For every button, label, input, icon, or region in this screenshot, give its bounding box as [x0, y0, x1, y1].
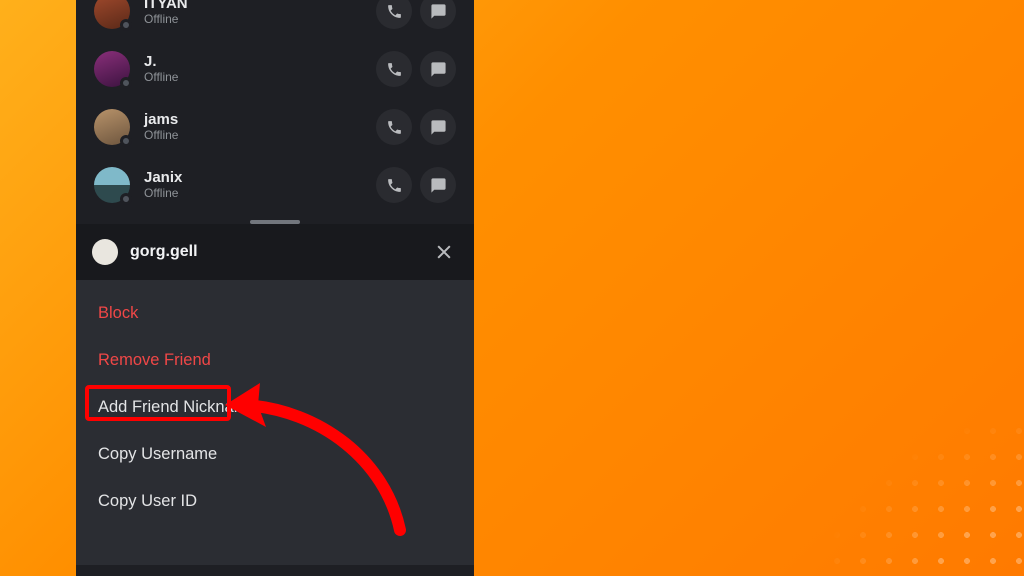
option-block[interactable]: Block	[76, 290, 474, 337]
status-offline-icon	[120, 19, 132, 31]
background-dots	[564, 236, 1024, 576]
friends-list: Offline ITYAN Offline J. Offline	[76, 0, 474, 224]
phone-icon	[386, 119, 403, 136]
chat-icon	[430, 119, 447, 136]
message-button[interactable]	[420, 51, 456, 87]
friend-status: Offline	[144, 71, 368, 85]
call-button[interactable]	[376, 167, 412, 203]
message-button[interactable]	[420, 0, 456, 29]
friend-name: J.	[144, 53, 368, 70]
phone-screen: Offline ITYAN Offline J. Offline	[76, 0, 474, 576]
friend-meta: ITYAN Offline	[144, 0, 368, 27]
chat-icon	[430, 177, 447, 194]
option-add-nickname[interactable]: Add Friend Nickname	[76, 384, 474, 431]
chat-icon	[430, 61, 447, 78]
close-icon	[434, 242, 454, 262]
option-copy-username[interactable]: Copy Username	[76, 431, 474, 478]
sheet-header: gorg.gell	[76, 224, 474, 280]
sheet-options: Block Remove Friend Add Friend Nickname …	[76, 280, 474, 565]
avatar	[94, 51, 130, 87]
friend-name: Janix	[144, 169, 368, 186]
friend-meta: J. Offline	[144, 53, 368, 84]
friend-row[interactable]: Janix Offline	[76, 156, 474, 214]
chat-icon	[430, 3, 447, 20]
status-offline-icon	[120, 77, 132, 89]
avatar	[94, 0, 130, 29]
friend-status: Offline	[144, 187, 368, 201]
friend-meta: jams Offline	[144, 111, 368, 142]
phone-icon	[386, 177, 403, 194]
friend-row[interactable]: jams Offline	[76, 98, 474, 156]
message-button[interactable]	[420, 167, 456, 203]
friend-status: Offline	[144, 129, 368, 143]
phone-icon	[386, 61, 403, 78]
status-offline-icon	[120, 193, 132, 205]
status-offline-icon	[120, 135, 132, 147]
close-button[interactable]	[430, 238, 458, 266]
friend-meta: Janix Offline	[144, 169, 368, 200]
friend-name: jams	[144, 111, 368, 128]
avatar	[94, 109, 130, 145]
call-button[interactable]	[376, 0, 412, 29]
avatar	[94, 167, 130, 203]
option-copy-user-id[interactable]: Copy User ID	[76, 478, 474, 525]
message-button[interactable]	[420, 109, 456, 145]
option-remove-friend[interactable]: Remove Friend	[76, 337, 474, 384]
call-button[interactable]	[376, 51, 412, 87]
friend-row[interactable]: ITYAN Offline	[76, 0, 474, 40]
friend-status: Offline	[144, 13, 368, 27]
friend-row[interactable]: J. Offline	[76, 40, 474, 98]
sheet-username: gorg.gell	[130, 243, 430, 261]
phone-icon	[386, 3, 403, 20]
friend-name: ITYAN	[144, 0, 368, 13]
sheet-avatar	[92, 239, 118, 265]
call-button[interactable]	[376, 109, 412, 145]
